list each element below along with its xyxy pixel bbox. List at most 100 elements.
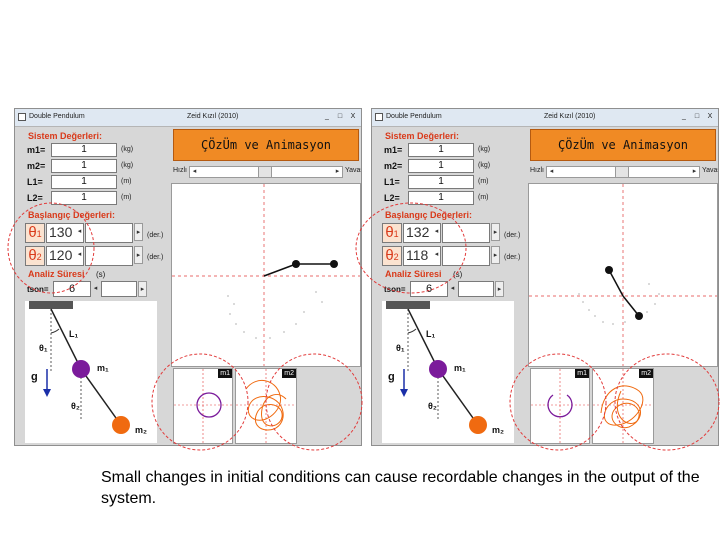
speed-slider-thumb[interactable] [615,167,629,177]
param-field[interactable]: 1 [408,191,474,205]
system-values-label: Sistem Değerleri: [28,131,103,141]
theta1-spin-right[interactable]: ▸ [491,223,500,241]
theta2-spin-left[interactable]: ◂ [432,246,441,264]
param-field[interactable]: 1 [408,175,474,189]
plot-m1-canvas [531,369,589,443]
plot-m2-canvas [593,369,653,443]
tson-input[interactable]: 6 [410,281,448,297]
title-bar: Double Pendulum Zeid Kızıl (2010) _ □ X [372,109,718,127]
param-field[interactable]: 1 [408,143,474,157]
tson-spin-right[interactable]: ▸ [138,281,147,297]
theta2-value: 120 [49,247,73,263]
param-name: L2= [384,193,400,203]
minimize-button[interactable]: _ [678,111,690,122]
analysis-duration-label: Analiz Süresi [385,269,442,279]
theta1-slider[interactable] [442,223,490,243]
solve-animate-button[interactable]: ÇÖzÜm ve Animasyon [530,129,716,161]
app-icon [375,113,383,121]
tson-spin-right[interactable]: ▸ [495,281,504,297]
schematic-theta2: θ₂ [71,401,80,411]
schematic-m1: m₁ [454,363,466,373]
mass-bob [635,312,643,320]
analysis-unit: (s) [453,270,463,279]
pendulum-window-left: Double Pendulum Zeid Kızıl (2010) _ □ X … [14,108,362,446]
tson-label: tson= [384,285,406,294]
param-field[interactable]: 1 [51,143,117,157]
phase-plot-m1: m1 [173,368,233,444]
phase-plot-m2: m2 [592,368,654,444]
param-field[interactable]: 1 [51,175,117,189]
speed-left-arrow[interactable]: ◂ [190,167,199,177]
param-name: m2= [27,161,46,171]
theta2-symbol: θ2 [382,246,402,266]
param-unit: (m) [478,194,489,201]
window-author: Zeid Kızıl (2010) [187,113,239,120]
param-name: m1= [27,145,46,155]
theta1-unit: (der.) [147,232,164,239]
mass1-circle [429,360,447,378]
schematic-diagram [29,301,130,434]
speed-right-arrow[interactable]: ▸ [690,167,699,177]
param-unit: (m) [121,178,132,185]
param-name: m1= [384,145,403,155]
mass-bob [292,260,300,268]
close-button[interactable]: X [347,111,359,122]
maximize-button[interactable]: □ [334,111,346,122]
theta1-spin-right[interactable]: ▸ [134,223,143,241]
theta2-slider[interactable] [85,246,133,266]
param-name: m2= [384,161,403,171]
theta1-spin-left[interactable]: ◂ [432,223,441,241]
schematic-theta1: θ₁ [396,343,405,353]
solve-animate-button[interactable]: ÇÖzÜm ve Animasyon [173,129,359,161]
close-button[interactable]: X [704,111,716,122]
speed-left-arrow[interactable]: ◂ [547,167,556,177]
tson-slider[interactable] [101,281,137,297]
pendulum-schematic: L₁ θ₁ m₁ g θ₂ m₂ [25,301,157,443]
speed-fast-label: Hızlı [530,167,544,174]
param-field[interactable]: 1 [51,191,117,205]
mass2-circle [469,416,487,434]
theta1-slider[interactable] [85,223,133,243]
ceiling-support [386,301,430,309]
analysis-duration-label: Analiz Süresi [28,269,85,279]
theta2-spin-right[interactable]: ▸ [134,246,143,264]
theta2-slider[interactable] [442,246,490,266]
tson-spin-left[interactable]: ◂ [448,281,457,297]
speed-slider[interactable]: ◂ ▸ [546,166,700,178]
animation-panel [171,183,361,367]
theta2-spin-right[interactable]: ▸ [491,246,500,264]
ceiling-support [29,301,73,309]
schematic-g: g [31,371,38,383]
initial-values-label: Başlangıç Değerleri: [28,210,116,220]
animation-canvas [172,184,360,366]
schematic-m1: m₁ [97,363,109,373]
maximize-button[interactable]: □ [691,111,703,122]
theta1-spin-left[interactable]: ◂ [75,223,84,241]
speed-slider[interactable]: ◂ ▸ [189,166,343,178]
plot-m1-tag: m1 [575,369,589,378]
theta1-value: 132 [406,224,430,240]
tson-slider[interactable] [458,281,494,297]
param-name: L1= [384,177,400,187]
initial-values-label: Başlangıç Değerleri: [385,210,473,220]
speed-slider-thumb[interactable] [258,167,272,177]
theta2-spin-left[interactable]: ◂ [75,246,84,264]
schematic-theta1: θ₁ [39,343,48,353]
animation-panel [528,183,718,367]
schematic-L1: L₁ [69,329,79,339]
minimize-button[interactable]: _ [321,111,333,122]
title-bar: Double Pendulum Zeid Kızıl (2010) _ □ X [15,109,361,127]
window-title: Double Pendulum [386,113,442,120]
param-field[interactable]: 1 [51,159,117,173]
speed-right-arrow[interactable]: ▸ [333,167,342,177]
speed-slow-label: Yavaş [702,167,718,174]
tson-spin-left[interactable]: ◂ [91,281,100,297]
tson-input[interactable]: 6 [53,281,91,297]
tson-label: tson= [27,285,49,294]
param-unit: (kg) [478,162,491,169]
param-field[interactable]: 1 [408,159,474,173]
mass-bob [605,266,613,274]
param-name: L2= [27,193,43,203]
trajectory-m1 [196,392,222,418]
pendulum-window-right: Double Pendulum Zeid Kızıl (2010) _ □ X … [371,108,719,446]
